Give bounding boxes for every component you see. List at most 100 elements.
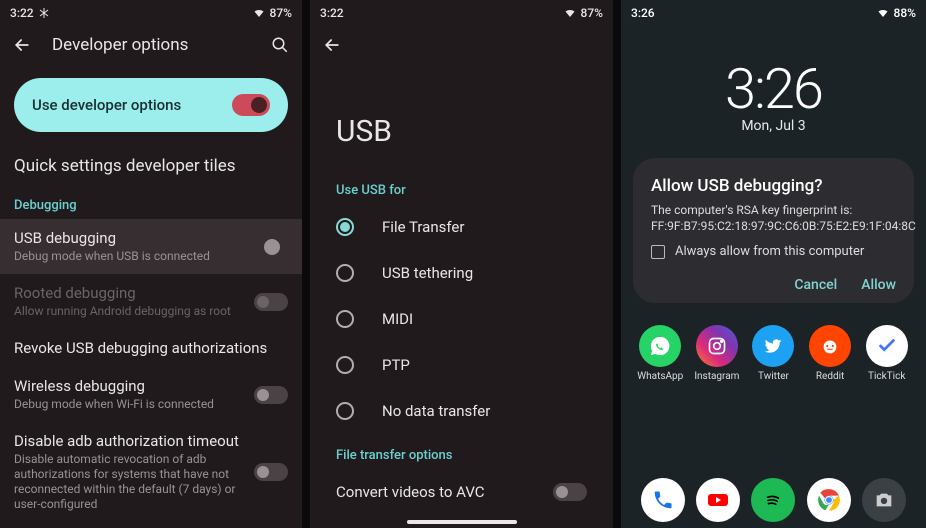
snowflake-icon xyxy=(38,7,50,19)
category-debugging: Debugging xyxy=(0,192,302,219)
header xyxy=(310,24,613,66)
dialog-fingerprint: FF:9F:B7:95:C2:18:97:9C:C6:0B:75:E2:E9:1… xyxy=(651,219,916,233)
radio-label: No data transfer xyxy=(382,402,490,420)
item-title: Convert videos to AVC xyxy=(336,483,485,501)
status-time: 3:26 xyxy=(631,6,655,20)
allow-button[interactable]: Allow xyxy=(861,277,896,293)
item-title: Rooted debugging xyxy=(14,284,244,302)
revoke-authorizations-item[interactable]: Revoke USB debugging authorizations xyxy=(0,329,302,367)
wifi-icon xyxy=(563,7,577,19)
camera-app-icon[interactable] xyxy=(862,478,906,522)
radio-usb-tethering[interactable]: USB tethering xyxy=(310,250,613,296)
screen-usb-preferences: 3:22 87% USB Use USB for File Transfer U… xyxy=(310,0,613,528)
page-title: Developer options xyxy=(52,35,268,55)
status-battery: 87% xyxy=(270,6,292,20)
status-battery: 88% xyxy=(894,6,916,20)
clock-date: Mon, Jul 3 xyxy=(621,118,926,134)
dialog-title: Allow USB debugging? xyxy=(651,176,896,196)
spotify-app-icon[interactable] xyxy=(751,478,795,522)
whatsapp-icon xyxy=(639,325,681,367)
convert-videos-toggle[interactable] xyxy=(553,483,587,501)
item-title: Wireless debugging xyxy=(14,377,244,395)
radio-file-transfer[interactable]: File Transfer xyxy=(310,204,613,250)
usb-debugging-dialog: Allow USB debugging? The computer's RSA … xyxy=(633,158,914,303)
app-grid: WhatsApp Instagram Twitter Reddit TickTi… xyxy=(621,303,926,382)
app-label: WhatsApp xyxy=(637,371,683,382)
item-title: USB debugging xyxy=(14,229,264,247)
use-developer-options-pill[interactable]: Use developer options xyxy=(14,78,288,132)
search-icon[interactable] xyxy=(268,33,292,57)
use-developer-options-toggle[interactable] xyxy=(232,94,270,116)
radio-label: MIDI xyxy=(382,310,413,328)
dock xyxy=(621,478,926,522)
quick-settings-item[interactable]: Quick settings developer tiles xyxy=(0,150,302,192)
app-label: Instagram xyxy=(694,371,739,382)
radio-label: PTP xyxy=(382,356,410,374)
reddit-icon xyxy=(809,325,851,367)
checkbox-label: Always allow from this computer xyxy=(675,244,864,259)
screen-lockscreen-dialog: 3:26 88% 3:26 Mon, Jul 3 Allow USB debug… xyxy=(621,0,926,528)
wireless-debugging-item[interactable]: Wireless debugging Debug mode when Wi-Fi… xyxy=(0,367,302,422)
status-bar: 3:22 87% xyxy=(310,0,613,24)
usb-debugging-item[interactable]: USB debugging Debug mode when USB is con… xyxy=(0,219,302,274)
checkbox-icon xyxy=(651,245,665,259)
app-reddit[interactable]: Reddit xyxy=(805,325,856,382)
wifi-icon xyxy=(876,7,890,19)
radio-label: File Transfer xyxy=(382,218,464,236)
wireless-debugging-toggle[interactable] xyxy=(254,386,288,404)
status-bar: 3:26 88% xyxy=(621,0,926,24)
convert-videos-item[interactable]: Convert videos to AVC xyxy=(310,469,613,515)
disable-adb-timeout-item[interactable]: Disable adb authorization timeout Disabl… xyxy=(0,422,302,522)
rooted-debugging-item: Rooted debugging Allow running Android d… xyxy=(0,274,302,329)
status-battery: 87% xyxy=(581,6,603,20)
item-title: Disable adb authorization timeout xyxy=(14,432,244,450)
youtube-app-icon[interactable] xyxy=(696,478,740,522)
category-file-transfer-options: File transfer options xyxy=(310,442,613,469)
gesture-bar[interactable] xyxy=(407,520,517,524)
radio-ptp[interactable]: PTP xyxy=(310,342,613,388)
radio-icon xyxy=(336,218,354,236)
status-time: 3:22 xyxy=(10,6,34,20)
item-subtitle: Debug mode when USB is connected xyxy=(14,249,264,264)
clock-time: 3:26 xyxy=(621,56,926,122)
header: Developer options xyxy=(0,24,302,66)
screen-developer-options: 3:22 87% Developer options Use developer… xyxy=(0,0,302,528)
phone-app-icon[interactable] xyxy=(641,478,685,522)
status-bar: 3:22 87% xyxy=(0,0,302,24)
app-twitter[interactable]: Twitter xyxy=(748,325,799,382)
item-subtitle: Allow running Android debugging as root xyxy=(14,304,244,319)
cancel-button[interactable]: Cancel xyxy=(794,277,837,293)
pill-label: Use developer options xyxy=(32,96,181,114)
item-subtitle: Debug mode when Wi-Fi is connected xyxy=(14,397,244,412)
dialog-body-line1: The computer's RSA key fingerprint is: xyxy=(651,203,852,217)
radio-icon xyxy=(336,356,354,374)
always-allow-row[interactable]: Always allow from this computer xyxy=(651,244,896,259)
rooted-debugging-toggle xyxy=(254,293,288,311)
instagram-icon xyxy=(696,325,738,367)
app-label: TickTick xyxy=(868,371,905,382)
app-whatsapp[interactable]: WhatsApp xyxy=(635,325,686,382)
disable-adb-timeout-toggle[interactable] xyxy=(254,463,288,481)
ticktick-icon xyxy=(866,325,908,367)
back-icon[interactable] xyxy=(10,33,34,57)
radio-midi[interactable]: MIDI xyxy=(310,296,613,342)
back-icon[interactable] xyxy=(320,33,344,57)
page-title: USB xyxy=(310,66,613,177)
usb-debugging-toggle[interactable] xyxy=(264,239,280,255)
wifi-icon xyxy=(252,7,266,19)
radio-label: USB tethering xyxy=(382,264,473,282)
radio-icon xyxy=(336,310,354,328)
lock-clock: 3:26 Mon, Jul 3 xyxy=(621,56,926,134)
twitter-icon xyxy=(752,325,794,367)
radio-no-data-transfer[interactable]: No data transfer xyxy=(310,388,613,434)
radio-icon xyxy=(336,402,354,420)
status-time: 3:22 xyxy=(320,6,344,20)
item-subtitle: Disable automatic revocation of adb auth… xyxy=(14,452,244,512)
app-label: Reddit xyxy=(816,371,844,382)
chrome-app-icon[interactable] xyxy=(807,478,851,522)
app-instagram[interactable]: Instagram xyxy=(692,325,743,382)
category-use-usb-for: Use USB for xyxy=(310,177,613,204)
radio-icon xyxy=(336,264,354,282)
item-title: Revoke USB debugging authorizations xyxy=(14,339,288,357)
app-ticktick[interactable]: TickTick xyxy=(861,325,912,382)
